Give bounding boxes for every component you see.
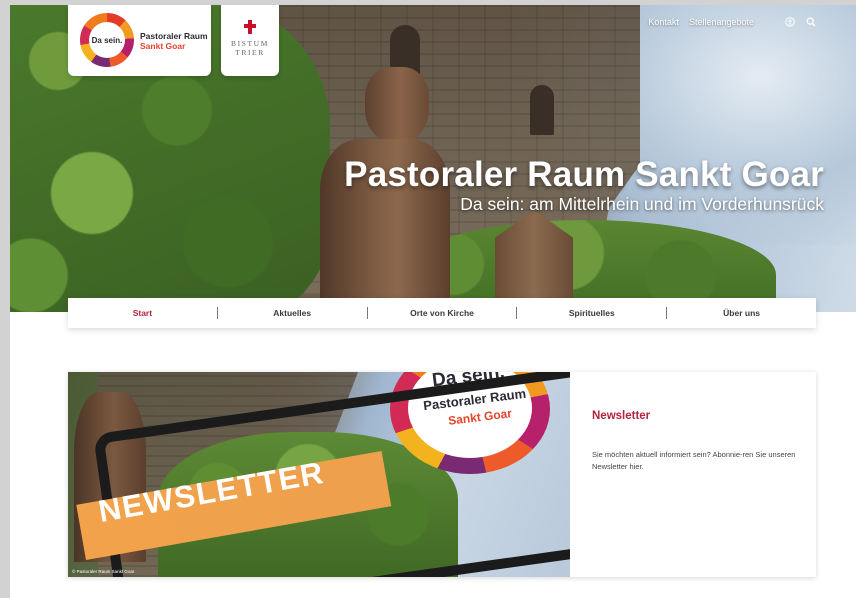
nav-item-aktuelles[interactable]: Aktuelles bbox=[218, 308, 367, 318]
logo-ring-text: Da sein. bbox=[89, 22, 125, 58]
nav-item-ueber-uns[interactable]: Über uns bbox=[667, 308, 816, 318]
bistum-line-2: TRIER bbox=[235, 48, 265, 57]
logo-text: Pastoraler Raum Sankt Goar bbox=[140, 31, 208, 51]
bistum-trier-logo[interactable]: BISTUM TRIER bbox=[221, 5, 279, 76]
bistum-line-1: BISTUM bbox=[231, 39, 269, 48]
nav-item-spirituelles[interactable]: Spirituelles bbox=[517, 308, 666, 318]
page: Pastoraler Raum Sankt Goar Da sein: am M… bbox=[10, 5, 856, 598]
top-links: Kontakt Stellenangebote bbox=[648, 16, 816, 27]
hero-banner: Pastoraler Raum Sankt Goar Da sein: am M… bbox=[10, 5, 856, 312]
newsletter-text: Sie möchten aktuell informiert sein? Abo… bbox=[592, 450, 796, 471]
cross-icon bbox=[244, 20, 256, 34]
hero-window bbox=[530, 85, 554, 135]
jobs-link[interactable]: Stellenangebote bbox=[689, 17, 754, 27]
search-icon[interactable] bbox=[805, 16, 816, 27]
main-navigation: Start Aktuelles Orte von Kirche Spiritue… bbox=[68, 298, 816, 328]
logo-line-1: Pastoraler Raum bbox=[140, 31, 208, 41]
logo-ring-icon: Da sein. bbox=[80, 13, 134, 67]
accessibility-icon[interactable] bbox=[784, 16, 795, 27]
nav-item-orte-von-kirche[interactable]: Orte von Kirche bbox=[368, 308, 517, 318]
pastoraler-raum-logo[interactable]: Da sein. Pastoraler Raum Sankt Goar bbox=[68, 5, 211, 76]
nav-item-start[interactable]: Start bbox=[68, 308, 217, 318]
newsletter-title[interactable]: Newsletter bbox=[592, 410, 650, 422]
statue-head bbox=[365, 67, 429, 143]
hero-title: Pastoraler Raum Sankt Goar bbox=[344, 155, 824, 194]
newsletter-card[interactable]: Da sein. Pastoraler Raum Sankt Goar NEWS… bbox=[68, 372, 816, 577]
hero-subtitle: Da sein: am Mittelrhein und im Vorderhun… bbox=[460, 194, 824, 214]
newsletter-image[interactable]: Da sein. Pastoraler Raum Sankt Goar NEWS… bbox=[68, 372, 570, 577]
logo-line-2: Sankt Goar bbox=[140, 41, 186, 51]
image-credit: © Pastoraler Raum Sankt Goar bbox=[72, 569, 135, 574]
contact-link[interactable]: Kontakt bbox=[648, 17, 679, 27]
